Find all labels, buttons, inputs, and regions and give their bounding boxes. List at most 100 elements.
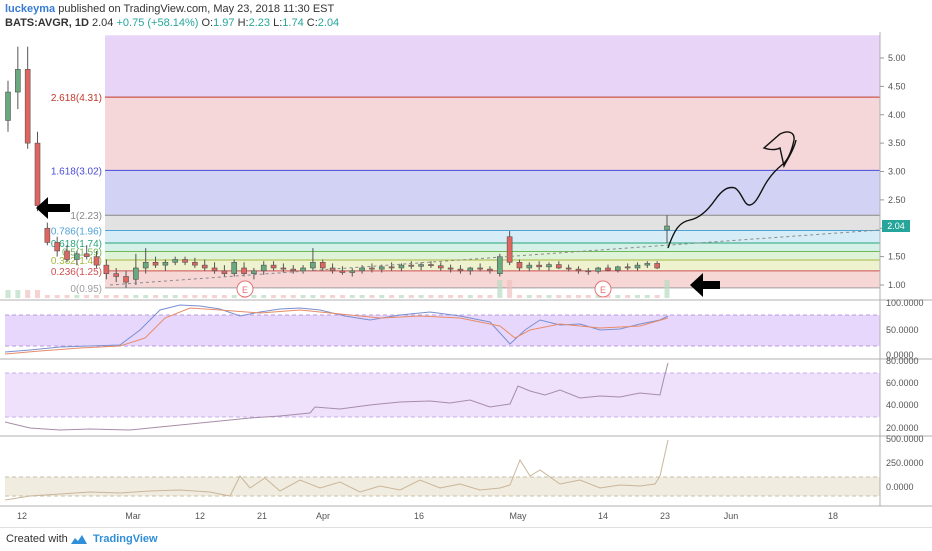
volume-bar [477, 295, 483, 298]
volume-bar [162, 295, 168, 298]
left-arrow-icon [36, 197, 70, 219]
volume-bar [457, 295, 463, 298]
earnings-marker[interactable]: E [594, 280, 612, 298]
candle [15, 46, 21, 110]
rsi-axis-label: 50.0000 [886, 325, 919, 335]
volume-bar [192, 295, 198, 298]
volume-bar [94, 295, 100, 298]
price-tick-label: 4.50 [888, 81, 906, 91]
price-tick-label: 2.50 [888, 195, 906, 205]
volume-bar [143, 295, 149, 298]
volume-bar [320, 295, 326, 298]
fib-zone-1 [105, 215, 880, 231]
volume-bar [566, 295, 572, 298]
low-value: 1.74 [282, 17, 304, 29]
fib-level-label: 1.618(3.02) [51, 166, 102, 177]
volume-bar [497, 280, 503, 298]
volume-bar [369, 295, 375, 298]
fib-level-label: 1(2.23) [70, 211, 102, 222]
earnings-marker[interactable]: E [236, 280, 254, 298]
volume-bar [54, 295, 60, 298]
svg-text:E: E [600, 285, 606, 295]
chart-header: luckeyma published on TradingView.com, M… [0, 0, 932, 30]
svg-text:2.04: 2.04 [887, 221, 905, 231]
volume-bar [615, 295, 621, 298]
volume-bar [44, 295, 50, 298]
volume-bar [487, 295, 493, 298]
tradingview-logo-icon [71, 535, 87, 544]
volume-bar [339, 295, 345, 298]
tradingview-link[interactable]: TradingView [93, 533, 158, 545]
fib-zone-0236 [105, 270, 880, 288]
footer-bar: Created with TradingView [0, 527, 932, 551]
volume-bar [526, 295, 532, 298]
volume-bar [448, 295, 454, 298]
volume-bar [408, 295, 414, 298]
fib-zone-top [105, 35, 880, 98]
volume-bar [231, 295, 237, 298]
volume-bar [644, 295, 650, 298]
volume-bar [64, 295, 70, 298]
volume-bar [398, 295, 404, 298]
price-tick-label: 5.00 [888, 53, 906, 63]
time-tick-label: 14 [598, 511, 608, 521]
candle [24, 46, 31, 149]
volume-bar [625, 295, 631, 298]
oscillator-axis-label: 0.0000 [886, 482, 914, 492]
price-tick-label: 1.00 [888, 280, 906, 290]
volume-bar [428, 295, 434, 298]
volume-bar [507, 280, 513, 298]
volume-bar [330, 295, 336, 298]
volume-bar [310, 295, 316, 298]
volume-bar [172, 295, 178, 298]
price-tick-label: 3.00 [888, 167, 906, 177]
volume-bar [654, 295, 660, 298]
volume-bar [467, 295, 473, 298]
volume-bar [546, 295, 552, 298]
volume-bar [221, 295, 227, 298]
time-tick-label: 12 [195, 511, 205, 521]
published-text: published on TradingView.com, May 23, 20… [58, 3, 335, 15]
volume-bar [300, 295, 306, 298]
volume-oscillator-band [5, 477, 880, 496]
volume-bar [133, 295, 139, 298]
fib-zone-0618 [105, 243, 880, 252]
volume-bar [212, 295, 218, 298]
fib-zone-0786 [105, 230, 880, 244]
fib-level-label: 0(0.95) [70, 284, 102, 295]
volume-bar [153, 295, 159, 298]
volume-bar [389, 295, 395, 298]
volume-bar [15, 290, 21, 298]
price-tick-label: 4.00 [888, 110, 906, 120]
volume-bar [25, 290, 31, 298]
ohlc-line: BATS:AVGR, 1D 2.04 +0.75 (+58.14%) O:1.9… [5, 17, 339, 29]
symbol-label: BATS:AVGR, 1D [5, 17, 89, 29]
volume-bar [5, 290, 11, 298]
time-tick-label: Mar [125, 511, 141, 521]
volume-bar [634, 295, 640, 298]
volume-bar [349, 295, 355, 298]
indicator-axis-label: 40.0000 [886, 400, 919, 410]
volume-bar [251, 295, 257, 298]
close-value: 2.04 [317, 17, 340, 29]
volume-bar [664, 280, 670, 298]
oscillator-axis-label: 250.0000 [886, 458, 924, 468]
close-label: C: [306, 17, 318, 29]
volume-bar [271, 295, 277, 298]
open-value: 1.97 [213, 17, 235, 29]
price-tick-label: 3.50 [888, 138, 906, 148]
fib-level-label: 0.236(1.25) [51, 267, 102, 278]
author-link[interactable]: luckeyma [5, 3, 55, 15]
fib-level-label: 2.618(4.31) [51, 93, 102, 104]
volume-bar [379, 295, 385, 298]
price-chart[interactable]: 2.618(4.31) 1.618(3.02) 1(2.23) 0.786(1.96)… [0, 30, 932, 527]
volume-bar [585, 295, 591, 298]
time-tick-label: 18 [828, 511, 838, 521]
candle [34, 131, 41, 212]
time-tick-label: 12 [17, 511, 27, 521]
volume-bar [84, 295, 90, 298]
time-tick-label: Apr [316, 511, 330, 521]
publish-line: luckeyma published on TradingView.com, M… [5, 3, 334, 15]
low-label: L: [273, 17, 283, 29]
indicator-axis-label: 80.0000 [886, 356, 919, 366]
